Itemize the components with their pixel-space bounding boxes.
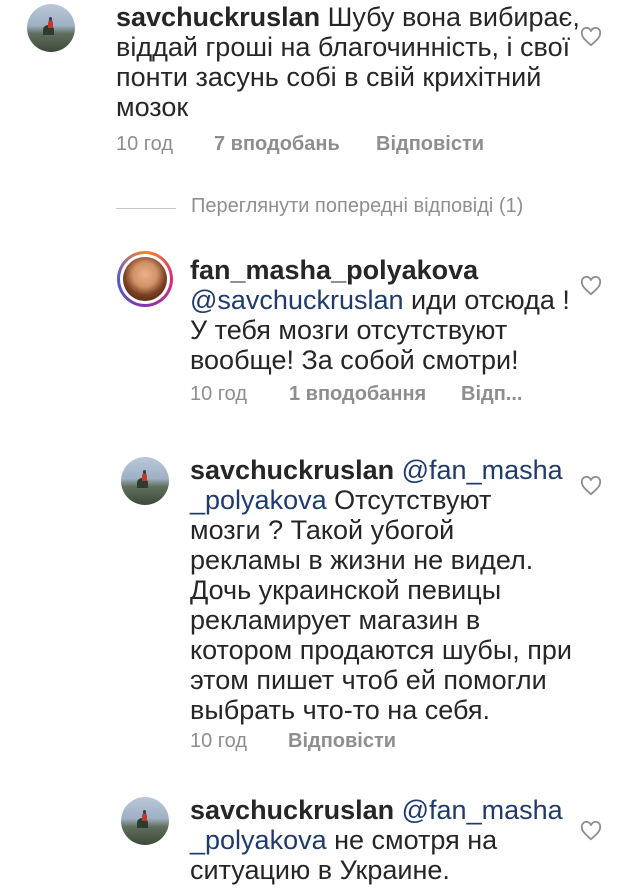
comment-line: понти засунь собі в свій крихітний <box>116 62 542 92</box>
likes-count[interactable]: 7 вподобань <box>214 133 340 156</box>
comment-text: savchuckruslan Шубу вона вибирає, віддай… <box>116 2 596 122</box>
comment-meta: 10 год 7 вподобань Відповісти <box>116 133 566 157</box>
username[interactable]: fan_masha_polyakova <box>190 255 478 285</box>
comment-line: не смотря на <box>334 825 498 855</box>
username[interactable]: savchuckruslan <box>116 2 320 32</box>
comment-line: иди отсюда ! <box>411 285 570 315</box>
username[interactable]: savchuckruslan <box>190 795 394 825</box>
mention-link[interactable]: @fan_masha <box>402 455 563 485</box>
comment-text: fan_masha_polyakova @savchuckruslan иди … <box>190 255 570 375</box>
comment-1: savchuckruslan Шубу вона вибирає, віддай… <box>0 0 632 170</box>
replies-divider <box>116 208 176 209</box>
comment-2: fan_masha_polyakova @savchuckruslan иди … <box>0 245 632 415</box>
comment-3: savchuckruslan @fan_masha _polyakova Отс… <box>0 455 632 755</box>
comment-4: savchuckruslan @fan_masha _polyakova не … <box>0 795 632 889</box>
comment-line: мозги ? Такой убогой <box>190 515 455 545</box>
comment-line: мозок <box>116 92 189 122</box>
comment-line: котором продаются шубы, при <box>190 635 572 665</box>
comment-line: вообще! За собой смотри! <box>190 345 519 375</box>
mention-link[interactable]: _polyakova <box>190 485 327 515</box>
reply-button[interactable]: Відповісти <box>376 133 484 156</box>
comment-line: Дочь украинской певицы <box>190 575 502 605</box>
comment-line: Отсутствуют <box>334 485 492 515</box>
heart-icon[interactable] <box>580 276 602 296</box>
comment-line: віддай гроші на благочинність, і свої <box>116 32 571 62</box>
avatar[interactable] <box>121 457 169 505</box>
username[interactable]: savchuckruslan <box>190 455 394 485</box>
comment-line: ситуацию в Украине. <box>190 855 450 885</box>
heart-icon[interactable] <box>580 27 602 47</box>
heart-icon[interactable] <box>580 821 602 841</box>
comment-line: выбрать что-то на себя. <box>190 695 490 725</box>
avatar[interactable] <box>117 251 173 307</box>
comment-line: рекламы в жизни не видел. <box>190 545 534 575</box>
timestamp: 10 год <box>116 133 174 155</box>
comment-meta: 10 год Відповісти <box>190 730 590 754</box>
comment-line: рекламирует магазин в <box>190 605 481 635</box>
comment-line: Шубу вона вибирає, <box>327 2 580 32</box>
view-previous-replies-button[interactable]: Переглянути попередні відповіді (1) <box>191 195 523 218</box>
reply-button[interactable]: Відп... <box>461 383 522 406</box>
comment-meta: 10 год 1 вподобання Відп... <box>190 383 610 407</box>
likes-count[interactable]: 1 вподобання <box>289 383 426 406</box>
timestamp: 10 год <box>190 730 248 752</box>
reply-button[interactable]: Відповісти <box>288 730 396 753</box>
avatar[interactable] <box>27 4 75 52</box>
timestamp: 10 год <box>190 383 248 405</box>
avatar[interactable] <box>121 797 169 845</box>
mention-link[interactable]: _polyakova <box>190 825 327 855</box>
mention-link[interactable]: @savchuckruslan <box>190 285 404 315</box>
mention-link[interactable]: @fan_masha <box>402 795 563 825</box>
comment-text: savchuckruslan @fan_masha _polyakova не … <box>190 795 580 885</box>
comment-text: savchuckruslan @fan_masha _polyakova Отс… <box>190 455 580 725</box>
comment-line: этом пишет чтоб ей помогли <box>190 665 547 695</box>
comment-line: У тебя мозги отсутствуют <box>190 315 508 345</box>
heart-icon[interactable] <box>580 476 602 496</box>
